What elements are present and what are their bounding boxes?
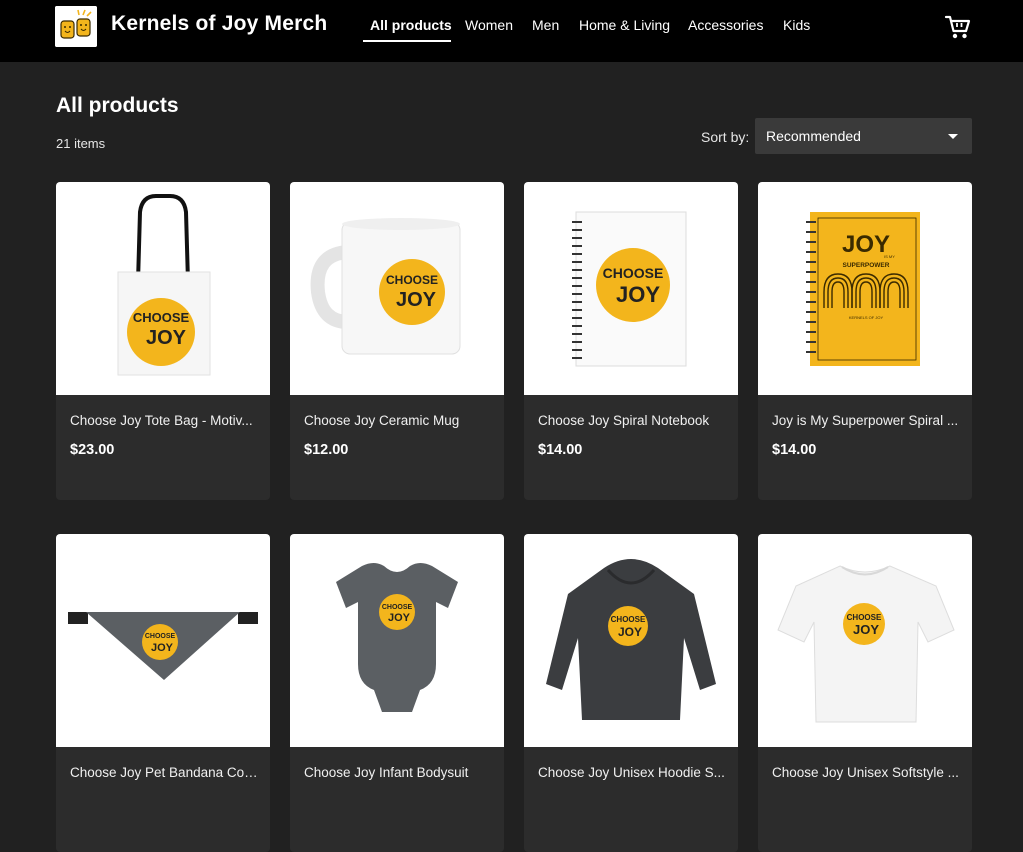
product-card[interactable]: CHOOSE JOY Choose Joy Unisex Hoodie S...: [524, 534, 738, 852]
product-name[interactable]: Choose Joy Unisex Softstyle ...: [772, 765, 960, 780]
nav-kids[interactable]: Kids: [783, 17, 810, 34]
sort-dropdown[interactable]: Recommended: [755, 118, 972, 154]
product-card[interactable]: JOY IS MY SUPERPOWER KERNELS OF JOY Joy …: [758, 182, 972, 500]
nav-men[interactable]: Men: [532, 17, 559, 34]
cart-icon[interactable]: [944, 13, 972, 41]
product-image-notebook-yellow[interactable]: JOY IS MY SUPERPOWER KERNELS OF JOY: [758, 182, 972, 395]
product-image-mug[interactable]: CHOOSE JOY: [290, 182, 504, 395]
product-image-hoodie[interactable]: CHOOSE JOY: [524, 534, 738, 747]
badge-text-choose: CHOOSE: [133, 310, 190, 325]
product-name[interactable]: Choose Joy Ceramic Mug: [304, 413, 492, 428]
product-name[interactable]: Choose Joy Tote Bag - Motiv...: [70, 413, 258, 428]
superpower-small: IS MY: [884, 254, 895, 259]
sort-label: Sort by:: [701, 129, 750, 145]
product-name[interactable]: Choose Joy Unisex Hoodie S...: [538, 765, 726, 780]
product-price: $12.00: [304, 442, 349, 458]
item-count: 21 items: [56, 136, 106, 151]
badge-text-choose: CHOOSE: [382, 604, 413, 611]
product-price: $14.00: [772, 442, 817, 458]
nav-all-products[interactable]: All products: [370, 17, 452, 34]
nav-home-living[interactable]: Home & Living: [579, 17, 670, 34]
badge-text-joy: JOY: [146, 327, 187, 349]
nav-women[interactable]: Women: [465, 17, 513, 34]
product-image-bodysuit[interactable]: CHOOSE JOY: [290, 534, 504, 747]
superpower-title: JOY: [842, 231, 890, 258]
brand-name[interactable]: Kernels of Joy Merch: [111, 12, 327, 36]
product-card[interactable]: CHOOSE JOY Choose Joy Ceramic Mug $12.00: [290, 182, 504, 500]
badge-text-joy: JOY: [396, 289, 437, 311]
sort-selected-value: Recommended: [766, 128, 861, 144]
badge-text-choose: CHOOSE: [847, 613, 882, 622]
product-card[interactable]: CHOOSE JOY Choose Joy Pet Bandana Col...: [56, 534, 270, 852]
badge-text-choose: CHOOSE: [386, 273, 438, 287]
badge-text-joy: JOY: [618, 625, 642, 639]
product-image-pet-bandana[interactable]: CHOOSE JOY: [56, 534, 270, 747]
product-name[interactable]: Choose Joy Pet Bandana Col...: [70, 765, 258, 780]
badge-text-choose: CHOOSE: [611, 615, 646, 624]
product-card[interactable]: CHOOSE JOY Choose Joy Spiral Notebook $1…: [524, 182, 738, 500]
product-price: $14.00: [538, 442, 583, 458]
product-card[interactable]: CHOOSE JOY Choose Joy Infant Bodysuit: [290, 534, 504, 852]
superpower-footer: KERNELS OF JOY: [849, 315, 884, 320]
product-name[interactable]: Joy is My Superpower Spiral ...: [772, 413, 960, 428]
badge-text-joy: JOY: [151, 642, 174, 654]
product-image-tshirt[interactable]: CHOOSE JOY: [758, 534, 972, 747]
badge-text-joy: JOY: [388, 612, 411, 624]
badge-text-choose: CHOOSE: [145, 633, 176, 640]
nav-accessories[interactable]: Accessories: [688, 17, 763, 34]
top-bar: Kernels of Joy Merch All products Women …: [0, 0, 1023, 62]
page-title: All products: [56, 94, 179, 117]
product-image-notebook-white[interactable]: CHOOSE JOY: [524, 182, 738, 395]
active-nav-indicator: [363, 40, 451, 42]
badge-text-joy: JOY: [853, 622, 879, 637]
product-card[interactable]: CHOOSE JOY Choose Joy Tote Bag - Motiv..…: [56, 182, 270, 500]
product-name[interactable]: Choose Joy Spiral Notebook: [538, 413, 726, 428]
brand-logo[interactable]: [55, 6, 97, 47]
product-name[interactable]: Choose Joy Infant Bodysuit: [304, 765, 492, 780]
product-price: $23.00: [70, 442, 115, 458]
chevron-down-icon: [948, 134, 958, 139]
badge-text-joy: JOY: [616, 282, 660, 307]
superpower-subtitle: SUPERPOWER: [843, 262, 890, 269]
badge-text-choose: CHOOSE: [603, 265, 664, 281]
product-image-tote-bag[interactable]: CHOOSE JOY: [56, 182, 270, 395]
product-card[interactable]: CHOOSE JOY Choose Joy Unisex Softstyle .…: [758, 534, 972, 852]
